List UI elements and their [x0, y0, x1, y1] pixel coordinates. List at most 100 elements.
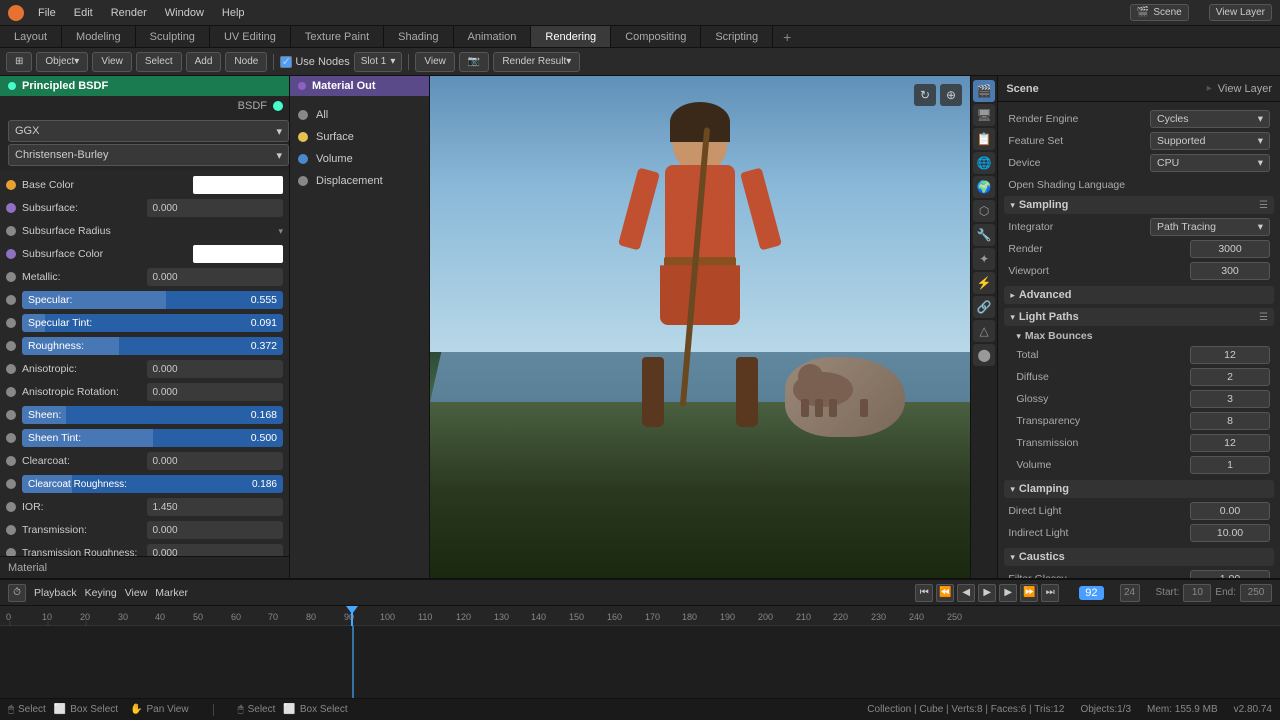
viewport-samples-field[interactable]: 300	[1190, 262, 1270, 280]
light-paths-header[interactable]: ▾ Light Paths ☰	[1004, 308, 1274, 326]
base-color-swatch[interactable]	[193, 176, 283, 194]
render-engine-select[interactable]: Cycles	[1150, 110, 1270, 128]
bounces-transmission-field[interactable]: 12	[1190, 434, 1270, 452]
scene-selector[interactable]: 🎬 Scene	[1130, 4, 1189, 21]
bounces-volume-field[interactable]: 1	[1190, 456, 1270, 474]
transmission-roughness-field[interactable]: 0.000	[147, 544, 284, 556]
view-menu-timeline[interactable]: View	[125, 587, 148, 599]
jump-end-btn[interactable]: ⏭	[1041, 584, 1059, 602]
anisotropic-rotation-field[interactable]: 0.000	[147, 383, 284, 401]
modifier-icon[interactable]: 🔧	[973, 224, 995, 246]
jump-start-btn[interactable]: ⏮	[915, 584, 933, 602]
mat-surface-item[interactable]: Surface	[298, 126, 421, 148]
tab-rendering[interactable]: Rendering	[531, 26, 611, 47]
slot-select[interactable]: Slot 1	[354, 52, 403, 72]
output-icon[interactable]: 🖥	[973, 104, 995, 126]
sheen-slider[interactable]: Sheen: 0.168	[22, 406, 283, 424]
filter-glossy-field[interactable]: 1.00	[1190, 570, 1270, 578]
editor-type-button[interactable]: ⊞	[6, 52, 32, 72]
view-layer-icon[interactable]: 📋	[973, 128, 995, 150]
view-layer-selector[interactable]: View Layer	[1209, 4, 1272, 21]
next-frame-btn[interactable]: ⏩	[1020, 584, 1038, 602]
specular-slider[interactable]: Specular: 0.555	[22, 291, 283, 309]
view2-button[interactable]: View	[415, 52, 455, 72]
scene-icon-prop[interactable]: 🌐	[973, 152, 995, 174]
mat-displacement-item[interactable]: Displacement	[298, 170, 421, 192]
render-result-select[interactable]: Render Result	[493, 52, 580, 72]
particles-icon[interactable]: ✦	[973, 248, 995, 270]
menu-edit[interactable]: Edit	[66, 5, 101, 21]
feature-set-select[interactable]: Supported	[1150, 132, 1270, 150]
metallic-field[interactable]: 0.000	[147, 268, 284, 286]
rotate-icon[interactable]: ↻	[914, 84, 936, 106]
select-button[interactable]: Select	[136, 52, 182, 72]
sampling-header[interactable]: ▾ Sampling ☰	[1004, 196, 1274, 214]
zoom-icon[interactable]: ⊕	[940, 84, 962, 106]
direct-light-field[interactable]: 0.00	[1190, 502, 1270, 520]
constraints-icon[interactable]: 🔗	[973, 296, 995, 318]
tab-scripting[interactable]: Scripting	[701, 26, 773, 47]
end-frame-field[interactable]: 250	[1240, 584, 1272, 602]
marker-menu[interactable]: Marker	[155, 587, 188, 599]
mat-volume-item[interactable]: Volume	[298, 148, 421, 170]
menu-render[interactable]: Render	[103, 5, 155, 21]
object-icon[interactable]: ⬡	[973, 200, 995, 222]
clearcoat-field[interactable]: 0.000	[147, 452, 284, 470]
indirect-light-field[interactable]: 10.00	[1190, 524, 1270, 542]
roughness-slider[interactable]: Roughness: 0.372	[22, 337, 283, 355]
add-button[interactable]: Add	[186, 52, 222, 72]
data-icon[interactable]: △	[973, 320, 995, 342]
anisotropic-field[interactable]: 0.000	[147, 360, 284, 378]
render-image-button[interactable]: 📷	[459, 52, 489, 72]
sheen-tint-slider[interactable]: Sheen Tint: 0.500	[22, 429, 283, 447]
bounces-transparency-field[interactable]: 8	[1190, 412, 1270, 430]
tab-modeling[interactable]: Modeling	[62, 26, 136, 47]
device-select[interactable]: CPU	[1150, 154, 1270, 172]
tab-shading[interactable]: Shading	[384, 26, 453, 47]
add-workspace-button[interactable]: +	[773, 26, 801, 47]
bounces-glossy-field[interactable]: 3	[1190, 390, 1270, 408]
tab-texture-paint[interactable]: Texture Paint	[291, 26, 384, 47]
specular-tint-slider[interactable]: Specular Tint: 0.091	[22, 314, 283, 332]
start-frame-field[interactable]: 10	[1183, 584, 1211, 602]
integrator-select[interactable]: Path Tracing	[1150, 218, 1270, 236]
tab-animation[interactable]: Animation	[454, 26, 532, 47]
current-frame-display[interactable]: 92	[1079, 586, 1103, 600]
ior-field[interactable]: 1.450	[147, 498, 284, 516]
physics-icon[interactable]: ⚡	[973, 272, 995, 294]
playback-menu[interactable]: Playback	[34, 587, 77, 599]
render-properties-icon[interactable]: 🎬	[973, 80, 995, 102]
editor-type-timeline-btn[interactable]: ⏱	[8, 584, 26, 602]
play-btn[interactable]: ▶	[978, 584, 996, 602]
menu-window[interactable]: Window	[157, 5, 212, 21]
render-samples-field[interactable]: 3000	[1190, 240, 1270, 258]
menu-file[interactable]: File	[30, 5, 64, 21]
max-bounces-header[interactable]: ▾ Max Bounces	[1012, 328, 1274, 344]
tab-uv-editing[interactable]: UV Editing	[210, 26, 291, 47]
clamping-header[interactable]: ▾ Clamping	[1004, 480, 1274, 498]
subsurface-color-swatch[interactable]	[193, 245, 283, 263]
subsurface-method-select[interactable]: Christensen-Burley	[8, 144, 289, 166]
subsurface-radius-arrow[interactable]	[278, 226, 283, 237]
prev-frame-btn[interactable]: ⏪	[936, 584, 954, 602]
world-icon[interactable]: 🌍	[973, 176, 995, 198]
material-icon[interactable]: ⬤	[973, 344, 995, 366]
next-keyframe-btn[interactable]: ▶	[999, 584, 1017, 602]
subsurface-field[interactable]: 0.000	[147, 199, 284, 217]
tab-compositing[interactable]: Compositing	[611, 26, 701, 47]
prev-keyframe-btn[interactable]: ◀	[957, 584, 975, 602]
transmission-field[interactable]: 0.000	[147, 521, 284, 539]
distribution-select[interactable]: GGX	[8, 120, 289, 142]
caustics-header[interactable]: ▾ Caustics	[1004, 548, 1274, 566]
bounces-total-field[interactable]: 12	[1190, 346, 1270, 364]
use-nodes-checkbox[interactable]: ✓ Use Nodes	[280, 56, 349, 68]
node-button[interactable]: Node	[225, 52, 267, 72]
view-button[interactable]: View	[92, 52, 132, 72]
advanced-header[interactable]: ▸ Advanced	[1004, 286, 1274, 304]
tab-layout[interactable]: Layout	[0, 26, 62, 47]
clearcoat-roughness-slider[interactable]: Clearcoat Roughness: 0.186	[22, 475, 283, 493]
mat-all-item[interactable]: All	[298, 104, 421, 126]
keying-menu[interactable]: Keying	[85, 587, 117, 599]
object-mode-select[interactable]: Object	[36, 52, 88, 72]
bounces-diffuse-field[interactable]: 2	[1190, 368, 1270, 386]
